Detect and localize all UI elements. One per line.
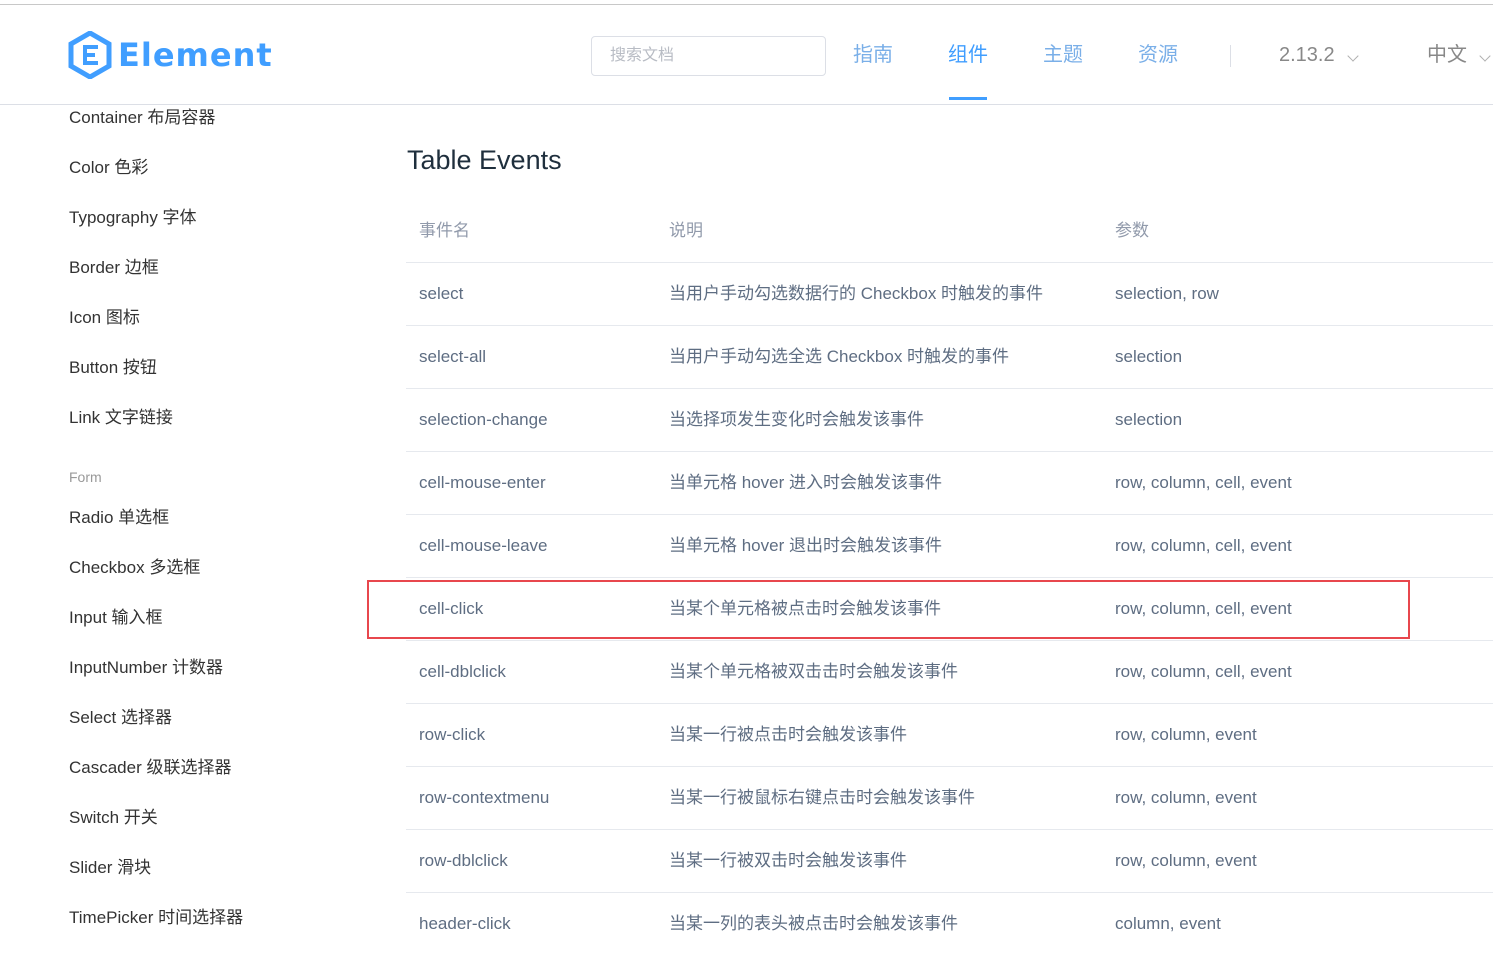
sidebar-item-switch[interactable]: Switch 开关 bbox=[69, 806, 158, 830]
column-header-event-name: 事件名 bbox=[419, 221, 470, 240]
description-cell: 当单元格 hover 进入时会触发该事件 bbox=[669, 473, 942, 492]
description-cell: 当某个单元格被点击时会触发该事件 bbox=[669, 599, 941, 618]
active-nav-indicator bbox=[949, 97, 987, 100]
event-name-cell: row-click bbox=[419, 725, 486, 744]
sidebar-item-radio[interactable]: Radio 单选框 bbox=[69, 506, 169, 530]
sidebar-item-checkbox[interactable]: Checkbox 多选框 bbox=[69, 556, 200, 580]
params-cell: selection bbox=[1115, 347, 1183, 366]
sidebar-item-slider[interactable]: Slider 滑块 bbox=[69, 856, 151, 880]
params-cell: row, column, event bbox=[1115, 725, 1257, 744]
column-header-description: 说明 bbox=[669, 221, 703, 240]
params-cell: selection bbox=[1115, 410, 1183, 429]
event-name-cell: select bbox=[419, 284, 464, 303]
params-cell: row, column, event bbox=[1115, 851, 1257, 870]
sidebar-item-color[interactable]: Color 色彩 bbox=[69, 156, 148, 180]
table-row: cell-mouse-enter 当单元格 hover 进入时会触发该事件 ro… bbox=[406, 452, 1493, 515]
event-name-cell: row-dblclick bbox=[419, 851, 508, 870]
sidebar-item-container[interactable]: Container 布局容器 bbox=[69, 106, 215, 130]
description-cell: 当单元格 hover 退出时会触发该事件 bbox=[669, 536, 942, 555]
table-row: row-click 当某一行被点击时会触发该事件 row, column, ev… bbox=[406, 704, 1493, 767]
sidebar-item-select[interactable]: Select 选择器 bbox=[69, 706, 172, 730]
sidebar: Container 布局容器 Color 色彩 Typography 字体 Bo… bbox=[0, 106, 340, 955]
description-cell: 当用户手动勾选全选 Checkbox 时触发的事件 bbox=[669, 347, 1010, 366]
sidebar-item-typography[interactable]: Typography 字体 bbox=[69, 206, 197, 230]
description-cell: 当选择项发生变化时会触发该事件 bbox=[669, 410, 924, 429]
sidebar-item-border[interactable]: Border 边框 bbox=[69, 256, 159, 280]
description-cell: 当某一行被鼠标右键点击时会触发该事件 bbox=[669, 788, 975, 807]
top-header: Element 指南 组件 主题 资源 2.13.2 中文 bbox=[0, 5, 1493, 105]
event-name-cell: cell-mouse-enter bbox=[419, 473, 546, 492]
params-cell: row, column, event bbox=[1115, 788, 1257, 807]
nav-component[interactable]: 组件 bbox=[948, 41, 988, 69]
params-cell: row, column, cell, event bbox=[1115, 599, 1292, 618]
event-name-cell: row-contextmenu bbox=[419, 788, 550, 807]
search-input[interactable] bbox=[591, 36, 826, 76]
nav-resource[interactable]: 资源 bbox=[1138, 41, 1178, 69]
table-row: select 当用户手动勾选数据行的 Checkbox 时触发的事件 selec… bbox=[406, 263, 1493, 326]
description-cell: 当某一列的表头被点击时会触发该事件 bbox=[669, 914, 958, 933]
nav-divider bbox=[1230, 45, 1231, 67]
event-name-cell: cell-mouse-leave bbox=[419, 536, 548, 555]
table-header-row: 事件名 说明 参数 bbox=[406, 200, 1493, 263]
sidebar-group-form: Form bbox=[69, 469, 102, 485]
sidebar-item-icon[interactable]: Icon 图标 bbox=[69, 306, 140, 330]
sidebar-item-cascader[interactable]: Cascader 级联选择器 bbox=[69, 756, 231, 780]
table-row: selection-change 当选择项发生变化时会触发该事件 selecti… bbox=[406, 389, 1493, 452]
chevron-down-icon bbox=[1347, 50, 1359, 62]
table-row: row-contextmenu 当某一行被鼠标右键点击时会触发该事件 row, … bbox=[406, 767, 1493, 830]
page-title: Table Events bbox=[407, 145, 562, 175]
sidebar-item-inputnumber[interactable]: InputNumber 计数器 bbox=[69, 656, 223, 680]
chevron-down-icon bbox=[1479, 50, 1491, 62]
sidebar-item-input[interactable]: Input 输入框 bbox=[69, 606, 163, 630]
table-row: header-click 当某一列的表头被点击时会触发该事件 column, e… bbox=[406, 893, 1493, 956]
version-select[interactable]: 2.13.2 bbox=[1279, 41, 1335, 69]
params-cell: row, column, cell, event bbox=[1115, 473, 1292, 492]
table-row-highlighted: cell-click 当某个单元格被点击时会触发该事件 row, column,… bbox=[406, 578, 1493, 641]
description-cell: 当某一行被双击时会触发该事件 bbox=[669, 851, 907, 870]
params-cell: row, column, cell, event bbox=[1115, 536, 1292, 555]
event-name-cell: header-click bbox=[419, 914, 511, 933]
event-name-cell: selection-change bbox=[419, 410, 548, 429]
language-select[interactable]: 中文 bbox=[1427, 41, 1467, 69]
column-header-params: 参数 bbox=[1115, 221, 1149, 240]
params-cell: column, event bbox=[1115, 914, 1221, 933]
logo[interactable]: Element bbox=[68, 31, 273, 79]
event-name-cell: cell-dblclick bbox=[419, 662, 506, 681]
table-row: cell-mouse-leave 当单元格 hover 退出时会触发该事件 ro… bbox=[406, 515, 1493, 578]
params-cell: selection, row bbox=[1115, 284, 1219, 303]
params-cell: row, column, cell, event bbox=[1115, 662, 1292, 681]
table-row: cell-dblclick 当某个单元格被双击击时会触发该事件 row, col… bbox=[406, 641, 1493, 704]
event-name-cell: select-all bbox=[419, 347, 487, 366]
sidebar-item-timepicker[interactable]: TimePicker 时间选择器 bbox=[69, 906, 243, 930]
sidebar-item-button[interactable]: Button 按钮 bbox=[69, 356, 157, 380]
event-name-cell: cell-click bbox=[419, 599, 484, 618]
element-logo-icon bbox=[68, 31, 112, 79]
table-row: select-all 当用户手动勾选全选 Checkbox 时触发的事件 sel… bbox=[406, 326, 1493, 389]
table-row: row-dblclick 当某一行被双击时会触发该事件 row, column,… bbox=[406, 830, 1493, 893]
nav-theme[interactable]: 主题 bbox=[1043, 41, 1083, 69]
nav-guide[interactable]: 指南 bbox=[853, 41, 893, 69]
logo-text: Element bbox=[118, 36, 273, 74]
description-cell: 当某一行被点击时会触发该事件 bbox=[669, 725, 907, 744]
description-cell: 当某个单元格被双击击时会触发该事件 bbox=[669, 662, 958, 681]
description-cell: 当用户手动勾选数据行的 Checkbox 时触发的事件 bbox=[669, 284, 1044, 303]
sidebar-item-link[interactable]: Link 文字链接 bbox=[69, 406, 173, 430]
